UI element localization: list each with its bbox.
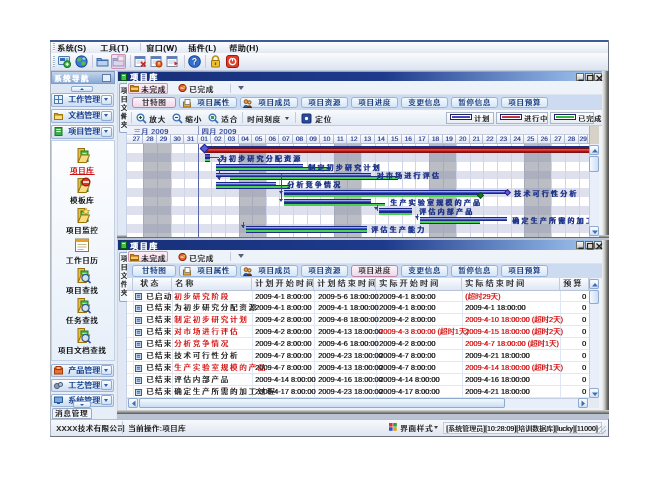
svg-text:?: ?: [192, 57, 198, 67]
